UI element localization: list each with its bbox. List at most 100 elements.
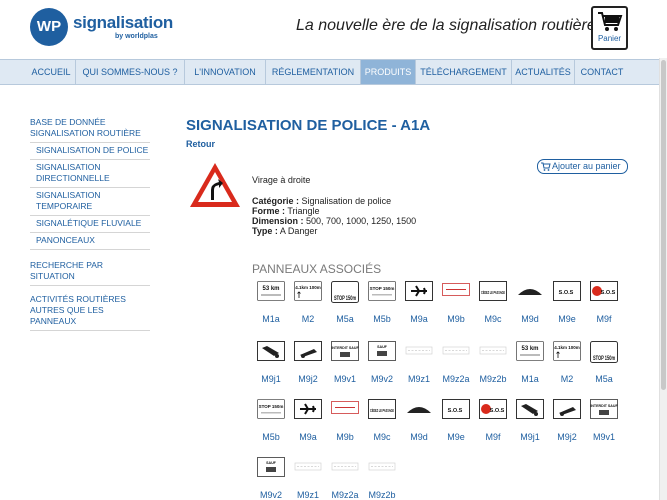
bump-icon: [405, 399, 433, 419]
logo-mark: WP: [30, 8, 68, 46]
associated-sign-code: M9z1: [407, 374, 430, 384]
svg-text:STOP 150m: STOP 150m: [259, 404, 284, 409]
sidebar-item-recherche-situation[interactable]: Recherche par situation: [30, 258, 150, 286]
svg-text:S.O.S: S.O.S: [448, 408, 463, 414]
text-panel-icon: [442, 341, 470, 361]
logo-name: signalisation: [73, 13, 174, 32]
associated-sign-code: M9z2a: [442, 374, 470, 384]
page-title: Signalisation de police - A1a: [186, 117, 431, 134]
cart-button[interactable]: Panier: [591, 6, 628, 50]
stop-small-icon: STOP 150m: [368, 281, 396, 301]
nav-telechargement[interactable]: Téléchargement: [416, 60, 512, 84]
sidebar-item-panonceaux[interactable]: Panonceaux: [30, 233, 150, 250]
svg-text:STOP 150m: STOP 150m: [593, 356, 615, 362]
associated-sign-code: M9v1: [333, 374, 356, 384]
associated-sign-code: M9z2b: [368, 490, 396, 500]
cart-mini-icon: [541, 162, 551, 171]
svg-text:CÉDEZ LE PASSAGE: CÉDEZ LE PASSAGE: [370, 406, 394, 413]
associated-sign-code: M9z2a: [331, 490, 359, 500]
associated-sign-code: M9d: [521, 314, 539, 324]
main-nav: Accueil Qui sommes-nous ? L'innovation R…: [0, 59, 667, 85]
site-logo[interactable]: WP signalisation by worldplas: [30, 8, 174, 48]
sidebar-item-fluviale[interactable]: Signalétique fluviale: [30, 216, 150, 233]
stop-small-icon: STOP 150m: [257, 399, 285, 419]
sidebar-item-base-de-donnee[interactable]: Base de donnée signalisation routière: [30, 115, 150, 143]
logo-byline: by worldplas: [115, 33, 158, 40]
svg-text:4.1km 100m: 4.1km 100m: [554, 345, 580, 350]
stop-distance-icon: STOP 150m: [590, 341, 618, 363]
text-panel-icon: [405, 341, 433, 361]
svg-text:STOP 150m: STOP 150m: [370, 286, 395, 291]
page-scrollbar[interactable]: [659, 58, 667, 500]
associated-sign-code: M9d: [410, 432, 428, 442]
associated-sign-code: M9v1: [592, 432, 615, 442]
associated-sign-code: M9j1: [520, 432, 540, 442]
associated-sign-code: M1a: [262, 314, 280, 324]
spec-categorie: Catégorie : Signalisation de police: [252, 196, 392, 206]
sidebar-item-temporaire[interactable]: Signalisation temporaire: [30, 188, 150, 216]
associated-sign-code: M9c: [373, 432, 391, 442]
associated-sign-code: M5a: [336, 314, 354, 324]
spec-dimension: Dimension : 500, 700, 1000, 1250, 1500: [252, 216, 417, 226]
tow-truck-icon: [294, 341, 322, 361]
associated-sign-code: M2: [560, 374, 574, 384]
shopping-cart-icon: [597, 12, 622, 31]
scrollbar-thumb[interactable]: [661, 60, 666, 390]
add-to-cart-button[interactable]: Ajouter au panier: [537, 159, 628, 174]
associated-sign-code: M1a: [521, 374, 539, 384]
associated-sign-code: M9j2: [557, 432, 577, 442]
associated-signs-title: Panneaux associés: [252, 262, 382, 276]
distance-arrows-icon: 4.1km 100m: [294, 281, 322, 301]
associated-sign-code: M9v2: [370, 374, 393, 384]
nav-reglementation[interactable]: Réglementation: [266, 60, 361, 84]
svg-text:53 km: 53 km: [262, 286, 279, 292]
nav-qui-sommes-nous[interactable]: Qui sommes-nous ?: [76, 60, 185, 84]
svg-text:53 km: 53 km: [521, 346, 538, 352]
associated-sign-code: M9c: [484, 314, 502, 324]
distance-panel-icon: 53 km: [516, 341, 544, 361]
spec-type: Type : A Danger: [252, 226, 318, 236]
back-link[interactable]: Retour: [186, 139, 215, 149]
interdit-sauf-icon: INTERDIT SAUF: [331, 341, 359, 361]
text-panel-icon: [479, 341, 507, 361]
sos-icon: S.O.S: [442, 399, 470, 419]
associated-sign-code: M5a: [595, 374, 613, 384]
associated-sign-code: M9f: [596, 314, 612, 324]
sos-icon: S.O.S: [553, 281, 581, 301]
svg-text:S.O.S: S.O.S: [559, 290, 574, 296]
sidebar-item-directionnelle[interactable]: Signalisation directionnelle: [30, 160, 150, 188]
site-tagline: La nouvelle ère de la signalisation rout…: [296, 17, 596, 34]
svg-text:S.O.S: S.O.S: [490, 408, 505, 414]
associated-sign-code: M9e: [558, 314, 576, 324]
sidebar-item-police[interactable]: Signalisation de police: [30, 143, 150, 160]
associated-sign-code: M9z2b: [479, 374, 507, 384]
svg-text:S.O.S: S.O.S: [601, 290, 616, 296]
associated-sign-code: M9b: [447, 314, 465, 324]
tow-vehicle-icon: [257, 341, 285, 361]
sauf-icon: SAUF: [257, 457, 285, 477]
curve-right-sign-icon: [190, 163, 240, 207]
associated-sign-code: M9a: [410, 314, 428, 324]
text-panel-icon: [294, 457, 322, 477]
sos-red-icon: S.O.S: [590, 281, 618, 301]
sauf-icon: SAUF: [368, 341, 396, 361]
nav-produits[interactable]: Produits: [361, 60, 416, 84]
associated-sign-code: M9j2: [298, 374, 318, 384]
svg-text:CÉDEZ LE PASSAGE: CÉDEZ LE PASSAGE: [481, 288, 505, 295]
nav-accueil[interactable]: Accueil: [27, 60, 76, 84]
tow-vehicle-icon: [516, 399, 544, 419]
associated-sign-code: M5b: [373, 314, 391, 324]
nav-innovation[interactable]: L'innovation: [185, 60, 266, 84]
stop-distance-icon: STOP 150m: [331, 281, 359, 303]
nav-actualites[interactable]: Actualités: [512, 60, 575, 84]
nav-contact[interactable]: Contact: [575, 60, 629, 84]
svg-text:SAUF: SAUF: [377, 345, 388, 349]
category-sidebar: Base de donnée signalisation routière Si…: [30, 115, 150, 331]
svg-text:INTERDIT SAUF: INTERDIT SAUF: [331, 346, 359, 350]
associated-sign-code: M5b: [262, 432, 280, 442]
add-to-cart-label: Ajouter au panier: [552, 161, 621, 171]
sidebar-item-activites-routieres[interactable]: Activités routières autres que les panne…: [30, 292, 150, 331]
associated-sign-code: M9j1: [261, 374, 281, 384]
tow-truck-icon: [553, 399, 581, 419]
associated-sign-code: M9a: [299, 432, 317, 442]
